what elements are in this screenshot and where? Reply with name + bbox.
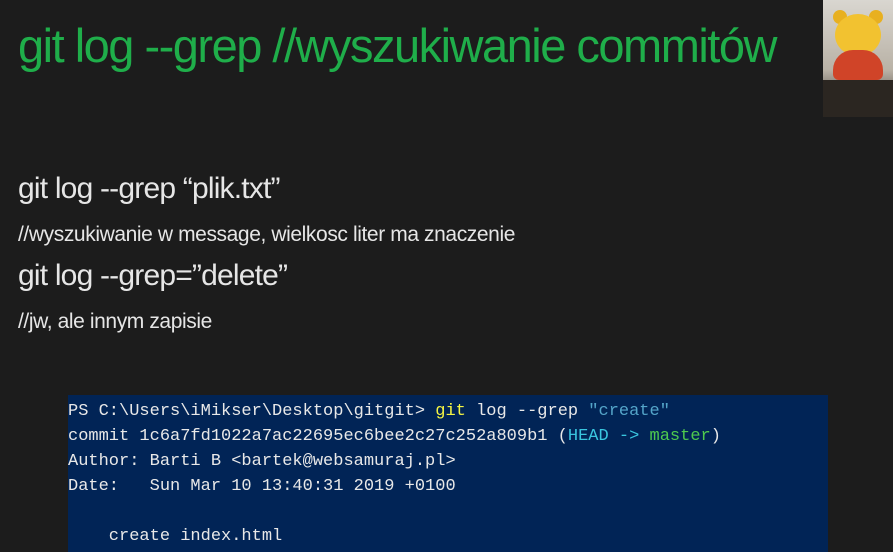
terminal-author-row: Author: Barti B <bartek@websamuraj.pl> (68, 452, 456, 471)
terminal-prompt: PS C:\Users\iMikser\Desktop\gitgit> (68, 402, 436, 421)
terminal-blank-row (68, 499, 828, 524)
terminal-command-string: "create" (588, 402, 670, 421)
teddy-bear-body (833, 50, 883, 80)
webcam-overlay (823, 0, 893, 117)
slide-line-grep-comment: //wyszukiwanie w message, wielkosc liter… (18, 223, 515, 246)
terminal-commit-row: commit 1c6a7fd1022a7ac22695ec6bee2c27c25… (68, 424, 828, 449)
webcam-background (823, 80, 893, 117)
terminal-head-label: HEAD -> (567, 427, 640, 446)
terminal-commit-suffix: ) (710, 427, 721, 446)
slide-line-jw-comment: //jw, ale innym zapisie (18, 310, 212, 333)
terminal-command-args: log --grep (465, 402, 589, 421)
terminal-date-row: Date: Sun Mar 10 13:40:31 2019 +0100 (68, 477, 456, 496)
terminal-branch-label: master (639, 427, 711, 446)
terminal-message-row: create index.html (68, 527, 283, 546)
terminal-prompt-row: PS C:\Users\iMikser\Desktop\gitgit> git … (68, 399, 828, 424)
slide-line-grep-command: git log --grep “plik.txt” (18, 172, 281, 205)
terminal-command-git: git (435, 402, 466, 421)
slide-line-grep-equals-command: git log --grep=”delete” (18, 259, 288, 292)
slide-title: git log --grep //wyszukiwanie commitów (18, 19, 777, 72)
powershell-terminal[interactable]: PS C:\Users\iMikser\Desktop\gitgit> git … (68, 395, 828, 552)
terminal-commit-hash: commit 1c6a7fd1022a7ac22695ec6bee2c27c25… (68, 427, 568, 446)
